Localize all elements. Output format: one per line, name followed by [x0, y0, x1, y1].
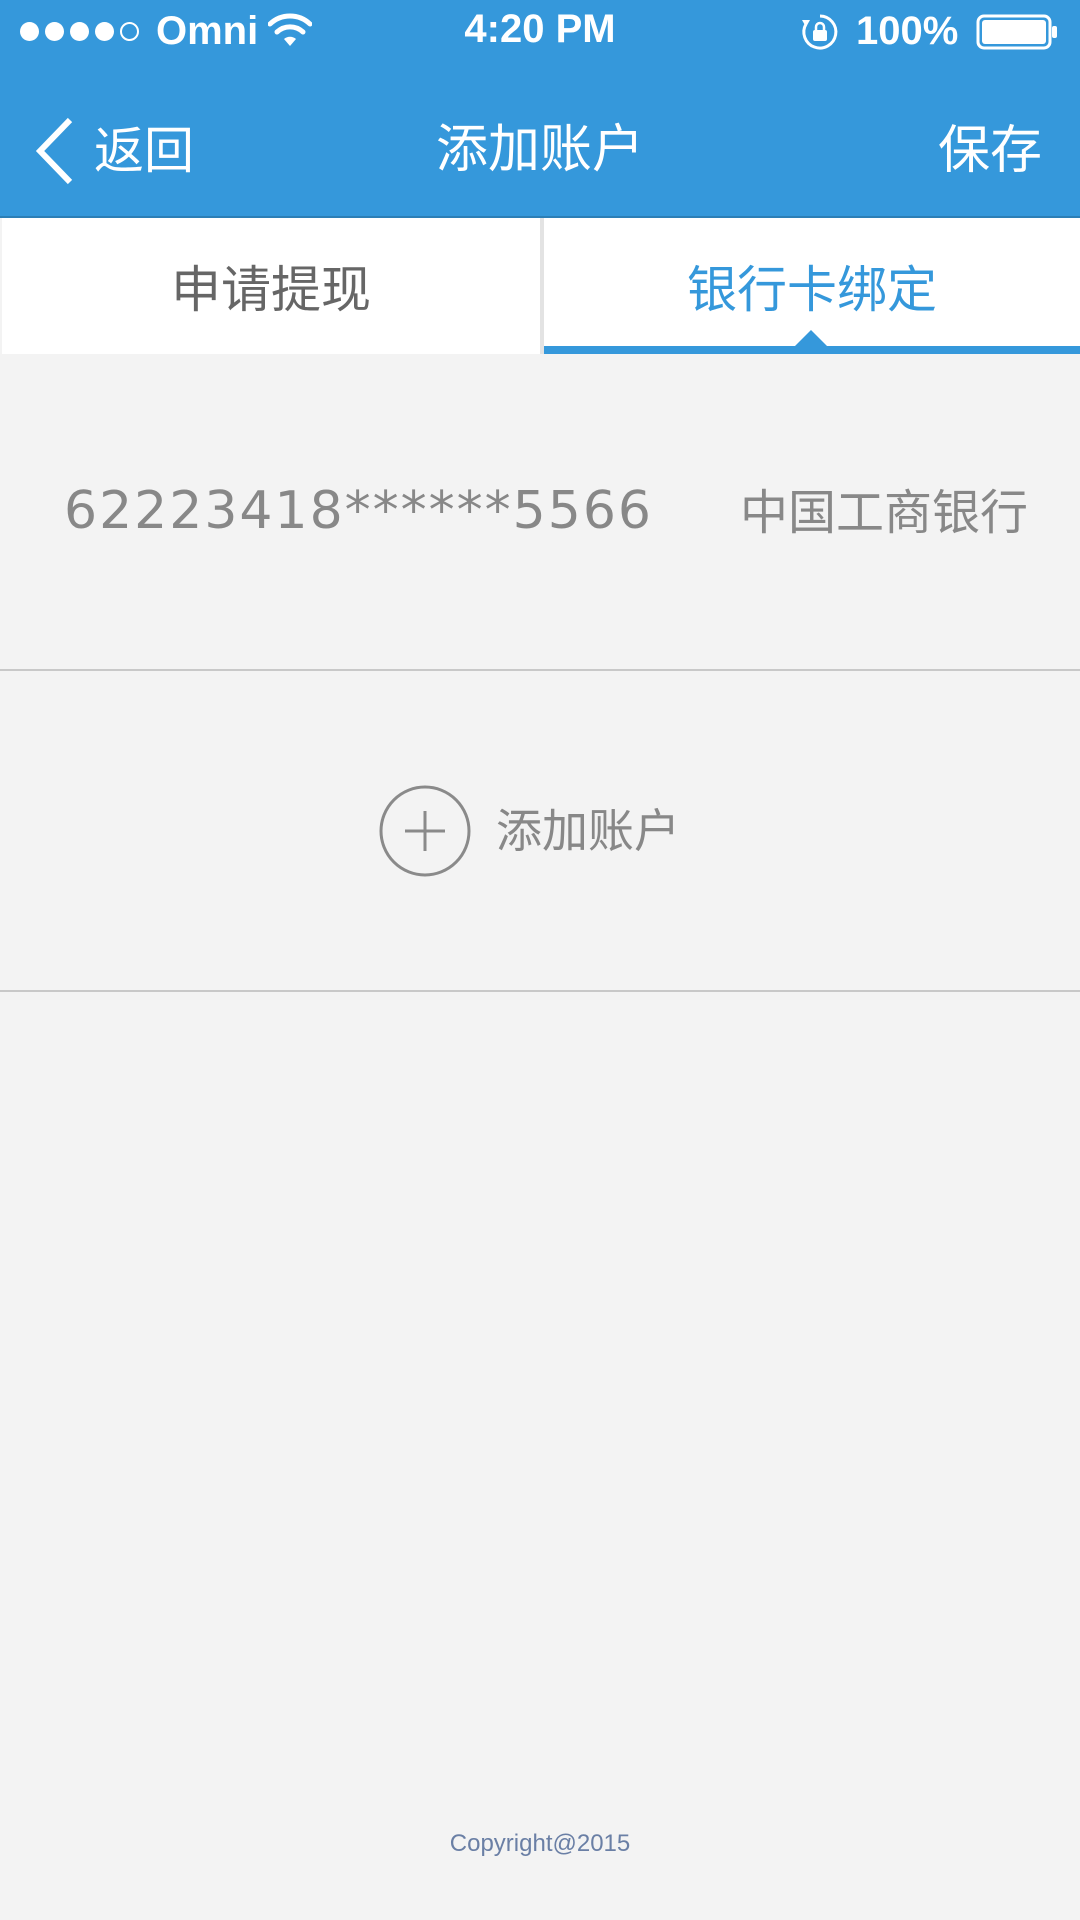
card-number: 62223418******5566: [64, 481, 654, 541]
active-tab-caret: [795, 330, 827, 346]
bank-name: 中国工商银行: [739, 485, 1028, 541]
app-screen: Omni 4:20 PM 100% 返回 添加账户 保存 申请提现 银行卡绑定 …: [0, 0, 1080, 1920]
navigation-bar: 返回 添加账户 保存: [0, 62, 1080, 218]
tab-bar: 申请提现 银行卡绑定: [0, 218, 1080, 354]
page-title: 添加账户: [435, 120, 644, 180]
save-button[interactable]: 保存: [938, 116, 1042, 186]
status-bar: Omni 4:20 PM 100%: [0, 0, 1080, 62]
section-divider: [0, 990, 1080, 992]
battery-percentage: 100%: [856, 9, 959, 53]
orientation-lock-icon: [802, 14, 838, 50]
tab-withdraw[interactable]: 申请提现: [2, 218, 540, 354]
add-account-label: 添加账户: [496, 804, 680, 858]
battery-icon: [976, 14, 1057, 50]
row-divider: [0, 669, 1080, 671]
add-account-button[interactable]: 添加账户: [378, 784, 680, 878]
plus-circle-icon: [379, 785, 471, 877]
copyright-text: Copyright@2015: [449, 1830, 631, 1857]
active-tab-indicator: [544, 346, 1080, 354]
